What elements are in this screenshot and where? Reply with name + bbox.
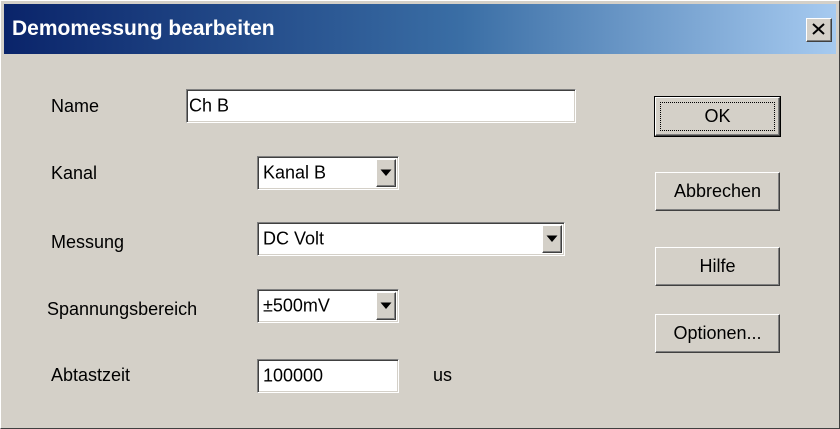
kanal-dropdown-button[interactable]: [376, 159, 396, 187]
messung-select-value: DC Volt: [263, 228, 325, 249]
chevron-down-icon: [380, 169, 392, 176]
kanal-label: Kanal: [51, 163, 98, 183]
messung-label: Messung: [51, 232, 125, 252]
kanal-select[interactable]: Kanal B: [257, 156, 399, 190]
kanal-select-value: Kanal B: [263, 162, 327, 183]
close-icon: [812, 23, 825, 35]
name-input[interactable]: Ch B: [186, 89, 576, 123]
spannungsbereich-label: Spannungsbereich: [47, 299, 198, 319]
spannungsbereich-dropdown-button[interactable]: [376, 292, 396, 320]
messung-dropdown-button[interactable]: [542, 225, 562, 253]
spannungsbereich-select[interactable]: ±500mV: [257, 289, 399, 323]
help-button-label: Hilfe: [699, 256, 736, 276]
chevron-down-icon: [380, 302, 392, 309]
ok-button[interactable]: OK: [654, 96, 781, 137]
cancel-button[interactable]: Abbrechen: [655, 172, 780, 211]
options-button[interactable]: Optionen...: [655, 314, 780, 353]
title-bar[interactable]: Demomessung bearbeiten: [4, 4, 836, 54]
cancel-button-label: Abbrechen: [673, 181, 762, 201]
dialog-window: Demomessung bearbeiten Name Ch B Kanal K…: [0, 0, 840, 429]
abtastzeit-input[interactable]: 100000: [257, 359, 399, 393]
abtastzeit-label: Abtastzeit: [51, 365, 131, 385]
name-label: Name: [51, 96, 100, 116]
spannungsbereich-select-value: ±500mV: [263, 295, 330, 316]
abtastzeit-unit: us: [433, 365, 453, 385]
help-button[interactable]: Hilfe: [655, 247, 780, 286]
messung-select[interactable]: DC Volt: [257, 222, 565, 256]
abtastzeit-input-value: 100000: [263, 365, 324, 386]
name-input-value: Ch B: [189, 95, 230, 116]
options-button-label: Optionen...: [673, 323, 762, 343]
focus-rectangle: [660, 102, 775, 131]
close-button[interactable]: [806, 18, 832, 42]
chevron-down-icon: [546, 235, 558, 242]
window-title: Demomessung bearbeiten: [12, 17, 275, 40]
